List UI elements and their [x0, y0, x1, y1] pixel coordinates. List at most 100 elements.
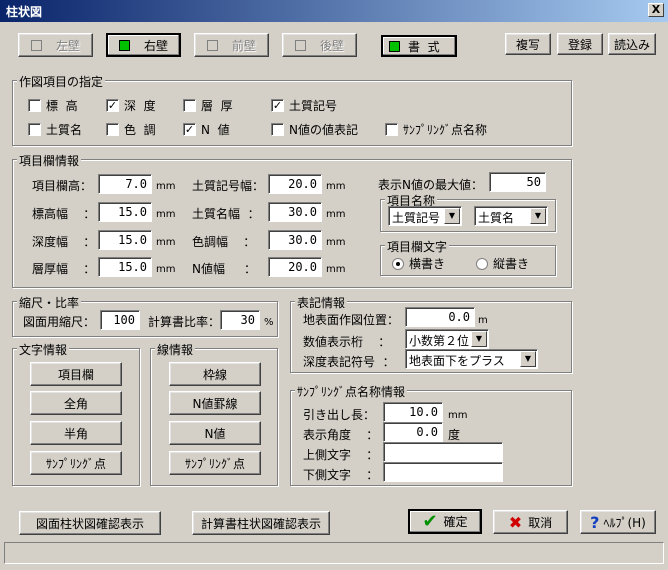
vertical-radio[interactable]: 縦書き [476, 255, 529, 272]
chevron-down-icon[interactable]: ▼ [444, 208, 460, 224]
line-n-grid-button[interactable]: N値罫線 [169, 391, 261, 415]
elev-width-input[interactable]: 15.0 [98, 202, 152, 222]
digits-select[interactable]: 小数第２位 ▼ [405, 329, 489, 349]
soil-symbol-checkbox[interactable]: ✓ 土質記号 [271, 97, 337, 114]
radio-label: 横書き [409, 257, 446, 271]
window-title: 柱状図 [6, 5, 43, 19]
chevron-down-icon[interactable]: ▼ [520, 351, 536, 367]
n-width-input[interactable]: 20.0 [268, 257, 322, 277]
n-value-checkbox[interactable]: ✓ N 値 [183, 121, 230, 138]
line-frame-button[interactable]: 枠線 [169, 362, 261, 386]
checkbox-box [385, 123, 398, 136]
depth-width-input[interactable]: 15.0 [98, 230, 152, 250]
color-width-input[interactable]: 30.0 [268, 230, 322, 250]
soil-name-width-label: 土質名幅 ： [192, 207, 260, 221]
checkbox-box [28, 123, 41, 136]
group-legend: 項目欄文字 [385, 238, 450, 255]
line-n-value-button[interactable]: N値 [169, 421, 261, 445]
checkbox-box [271, 123, 284, 136]
select-value: 土質名 [478, 211, 515, 225]
copy-button[interactable]: 複写 [505, 33, 551, 55]
item-name-1-select[interactable]: 土質記号 ▼ [388, 206, 462, 226]
item-name-2-select[interactable]: 土質名 ▼ [474, 206, 548, 226]
checkbox-label: 標 高 [46, 99, 78, 113]
max-n-input[interactable]: 50 [489, 172, 546, 192]
group-legend: 表記情報 [295, 294, 348, 311]
leader-input[interactable]: 10.0 [383, 402, 443, 422]
group-legend: ｻﾝﾌﾟﾘﾝｸﾞ点名称情報 [295, 383, 408, 400]
depth-checkbox[interactable]: ✓ 深 度 [106, 97, 156, 114]
unit-label: mm [156, 237, 176, 248]
checkbox-label: 土質記号 [289, 99, 338, 113]
radio-label: 縦書き [493, 257, 530, 271]
indicator-icon [389, 40, 400, 52]
checkbox-label: 色 調 [124, 123, 156, 137]
text-item-column-button[interactable]: 項目欄 [30, 362, 122, 386]
calc-ratio-input[interactable]: 30 [220, 310, 260, 330]
checkmark-icon: ✓ [106, 99, 119, 112]
drawing-scale-label: 図面用縮尺： [23, 315, 96, 329]
unit-label: mm [326, 237, 346, 248]
help-button[interactable]: ? ﾍﾙﾌﾟ(H) [580, 510, 656, 534]
drawing-scale-input[interactable]: 100 [100, 310, 140, 330]
front-wall-button[interactable]: 前壁 [194, 33, 269, 57]
text-sampling-point-button[interactable]: ｻﾝﾌﾟﾘﾝｸﾞ点 [30, 451, 122, 475]
soil-name-width-input[interactable]: 30.0 [268, 202, 322, 222]
ok-button[interactable]: ✔ 確定 [408, 509, 482, 534]
horizontal-radio[interactable]: 横書き [392, 255, 445, 272]
help-question-icon: ? [590, 512, 600, 532]
max-n-label: 表示N値の最大値： [378, 178, 483, 192]
cancel-x-icon: ✖ [508, 512, 523, 532]
checkmark-icon: ✔ [422, 511, 438, 532]
chevron-down-icon[interactable]: ▼ [471, 331, 487, 347]
angle-unit-label: 度 [448, 428, 461, 442]
group-legend: 作図項目の指定 [17, 73, 106, 90]
unit-label: mm [156, 209, 176, 220]
register-button[interactable]: 登録 [557, 33, 603, 55]
depth-width-label: 深度幅 ： [32, 235, 96, 249]
group-legend: 線情報 [155, 341, 196, 358]
calc-confirm-button[interactable]: 計算書柱状図確認表示 [192, 511, 330, 535]
soil-name-checkbox[interactable]: 土質名 [28, 121, 82, 138]
layer-thickness-checkbox[interactable]: 層 厚 [183, 97, 233, 114]
right-wall-label: 右壁 [143, 38, 168, 53]
left-wall-button[interactable]: 左壁 [18, 33, 93, 57]
n-value-label-checkbox[interactable]: N値の値表記 [271, 121, 358, 138]
item-height-input[interactable]: 7.0 [98, 174, 152, 194]
checkmark-icon: ✓ [271, 99, 284, 112]
checkbox-label: ｻﾝﾌﾟﾘﾝｸﾞ点名称 [403, 123, 488, 137]
format-label: 書 式 [408, 39, 440, 54]
thick-width-input[interactable]: 15.0 [98, 257, 152, 277]
drawing-confirm-button[interactable]: 図面柱状図確認表示 [19, 511, 161, 535]
line-sampling-point-button[interactable]: ｻﾝﾌﾟﾘﾝｸﾞ点 [169, 451, 261, 475]
radio-icon [476, 257, 488, 270]
text-full-width-button[interactable]: 全角 [30, 391, 122, 415]
back-wall-label: 後壁 [319, 38, 344, 53]
elevation-checkbox[interactable]: 標 高 [28, 97, 78, 114]
elev-width-label: 標高幅 ： [32, 207, 96, 221]
soil-symbol-width-input[interactable]: 20.0 [268, 174, 322, 194]
checkbox-box [106, 123, 119, 136]
cancel-button[interactable]: ✖ 取消 [493, 510, 568, 534]
text-half-width-button[interactable]: 半角 [30, 421, 122, 445]
radio-selected-icon [392, 257, 404, 270]
upper-text-input[interactable] [383, 442, 503, 462]
ground-pos-input[interactable]: 0.0 [405, 307, 475, 327]
sampling-point-name-checkbox[interactable]: ｻﾝﾌﾟﾘﾝｸﾞ点名称 [385, 121, 487, 138]
ok-label: 確定 [443, 515, 468, 529]
close-button[interactable]: X [648, 3, 664, 17]
load-button[interactable]: 読込み [608, 33, 656, 55]
unit-label: mm [326, 209, 346, 220]
thick-width-label: 層厚幅 ： [32, 262, 96, 276]
right-wall-button[interactable]: 右壁 [106, 33, 181, 57]
angle-input[interactable]: 0.0 [383, 422, 443, 442]
color-tone-checkbox[interactable]: 色 調 [106, 121, 156, 138]
n-width-label: N値幅 ： [192, 262, 257, 276]
lower-text-input[interactable] [383, 462, 503, 482]
depth-sign-select[interactable]: 地表面下をプラス ▼ [405, 349, 538, 369]
depth-sign-label: 深度表記符号 ： [303, 355, 395, 369]
checkbox-label: 層 厚 [201, 99, 233, 113]
format-button[interactable]: 書 式 [381, 35, 457, 57]
back-wall-button[interactable]: 後壁 [282, 33, 357, 57]
chevron-down-icon[interactable]: ▼ [530, 208, 546, 224]
